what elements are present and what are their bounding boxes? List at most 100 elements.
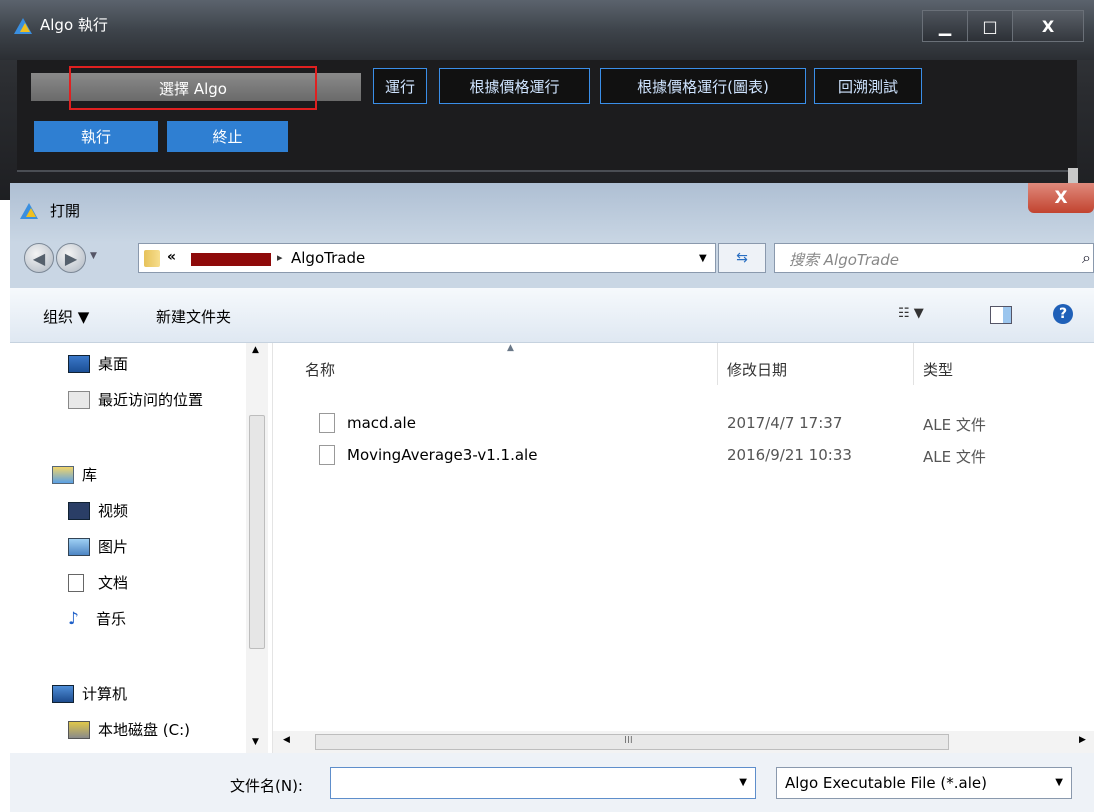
search-icon[interactable]: ⌕ [1082, 248, 1091, 268]
nav-label: 视频 [98, 502, 129, 520]
nav-label: 音乐 [96, 610, 127, 628]
filename-label: 文件名(N): [230, 777, 303, 795]
scroll-down-arrow-icon[interactable]: ▼ [252, 737, 259, 747]
path-separator-icon: ▸ [277, 251, 283, 264]
toolbar: 组织 ▼ 新建文件夹 ☷ ▼ ? [10, 288, 1094, 343]
nav-label: 库 [82, 466, 98, 484]
address-dropdown-icon[interactable]: ▼ [699, 253, 707, 264]
file-row[interactable]: macd.ale 2017/4/7 17:37 ALE 文件 [305, 411, 1085, 437]
new-folder-button[interactable]: 新建文件夹 [156, 306, 231, 327]
file-row[interactable]: MovingAverage3-v1.1.ale 2016/9/21 10:33 … [305, 443, 1085, 469]
scroll-up-arrow-icon[interactable]: ▲ [252, 345, 259, 355]
file-type: ALE 文件 [923, 416, 986, 434]
file-modified: 2017/4/7 17:37 [727, 414, 843, 432]
column-header-modified[interactable]: 修改日期 [727, 359, 787, 380]
select-algo-button[interactable]: 選擇 Algo [69, 66, 317, 110]
run-by-price-button[interactable]: 根據價格運行 [439, 68, 590, 104]
nav-item-documents[interactable]: 文档 [68, 572, 128, 593]
column-divider[interactable] [913, 343, 914, 385]
folder-icon [144, 250, 160, 267]
divider [17, 170, 1077, 172]
forward-button[interactable]: ▶ [56, 243, 86, 273]
nav-label: 图片 [98, 538, 129, 556]
nav-item-computer[interactable]: 计算机 [52, 683, 127, 704]
sort-ascending-icon: ▲ [507, 343, 514, 353]
nav-scroll-thumb[interactable] [249, 415, 265, 649]
recent-places-icon [68, 390, 90, 409]
path-current-folder[interactable]: AlgoTrade [291, 249, 365, 267]
horizontal-scroll-thumb[interactable]: III [315, 734, 949, 750]
nav-label: 最近访问的位置 [98, 391, 204, 409]
picture-icon [68, 537, 90, 556]
help-icon[interactable]: ? [1053, 304, 1073, 324]
redacted-path-segment [191, 253, 271, 266]
nav-label: 计算机 [82, 685, 128, 703]
back-button[interactable]: ◀ [24, 243, 54, 273]
nav-item-desktop[interactable]: 桌面 [68, 353, 128, 374]
path-overflow[interactable]: « [167, 249, 176, 265]
grip-icon: III [624, 735, 633, 746]
execute-button[interactable]: 執行 [34, 121, 158, 152]
navigation-pane: 桌面 最近访问的位置 库 视频 图片 文档 ♪ 音乐 计算机 本地磁盘 (C:)… [10, 343, 272, 753]
library-icon [52, 465, 74, 484]
scroll-right-arrow-icon[interactable]: ▶ [1079, 735, 1086, 745]
search-placeholder: 搜索 AlgoTrade [789, 251, 900, 269]
run-by-price-chart-button[interactable]: 根據價格運行(圖表) [600, 68, 806, 104]
address-bar[interactable]: « ▸ AlgoTrade ▼ [138, 243, 716, 273]
file-icon [319, 413, 335, 433]
file-list: 名称 ▲ 修改日期 类型 macd.ale 2017/4/7 17:37 ALE… [273, 343, 1094, 753]
chevron-down-icon[interactable]: ▼ [739, 777, 747, 788]
nav-item-pictures[interactable]: 图片 [68, 536, 128, 557]
disk-icon [68, 720, 90, 739]
scroll-left-arrow-icon[interactable]: ◀ [283, 735, 290, 745]
column-divider[interactable] [717, 343, 718, 385]
preview-pane-icon[interactable] [990, 306, 1012, 324]
organize-menu[interactable]: 组织 ▼ [43, 306, 89, 327]
algo-titlebar: Algo 執行 ▁ □ X [0, 0, 1094, 60]
app-logo-icon [20, 203, 38, 219]
file-name: macd.ale [347, 414, 416, 432]
nav-scrollbar[interactable]: ▲ ▼ [246, 343, 268, 753]
file-icon [319, 445, 335, 465]
history-dropdown-icon[interactable]: ▼ [90, 251, 97, 261]
close-button[interactable]: X [1012, 10, 1084, 42]
view-menu-icon[interactable]: ☷ ▼ [898, 306, 924, 321]
chevron-down-icon[interactable]: ▼ [1055, 777, 1063, 788]
nav-label: 桌面 [98, 355, 129, 373]
scroll-up-arrow-icon[interactable] [1068, 168, 1078, 184]
computer-icon [52, 684, 74, 703]
dialog-title: 打開 [50, 202, 81, 220]
filename-input[interactable]: ▼ [330, 767, 756, 799]
nav-item-music[interactable]: ♪ 音乐 [68, 608, 126, 629]
filetype-value: Algo Executable File (*.ale) [785, 774, 987, 792]
run-button[interactable]: 運行 [373, 68, 427, 104]
file-name: MovingAverage3-v1.1.ale [347, 446, 538, 464]
filetype-select[interactable]: Algo Executable File (*.ale) ▼ [776, 767, 1072, 799]
algo-window: Algo 執行 ▁ □ X 選擇 Algo 運行 根據價格運行 根據價格運行(圖… [0, 0, 1094, 200]
desktop-icon [68, 354, 90, 373]
dialog-close-button[interactable]: X [1028, 183, 1094, 213]
maximize-button[interactable]: □ [967, 10, 1013, 42]
document-icon [68, 573, 84, 592]
nav-item-videos[interactable]: 视频 [68, 500, 128, 521]
backtest-button[interactable]: 回溯測試 [814, 68, 922, 104]
column-header-name[interactable]: 名称 [305, 359, 335, 380]
refresh-button[interactable]: ⇆ [718, 243, 766, 273]
column-header-type[interactable]: 类型 [923, 359, 953, 380]
video-icon [68, 501, 90, 520]
stop-button[interactable]: 終止 [167, 121, 288, 152]
app-logo-icon [14, 18, 32, 34]
minimize-button[interactable]: ▁ [922, 10, 968, 42]
dialog-footer: 文件名(N): ▼ Algo Executable File (*.ale) ▼ [10, 753, 1094, 812]
nav-item-local-disk[interactable]: 本地磁盘 (C:) [68, 719, 190, 740]
horizontal-scrollbar[interactable]: ◀ III ▶ [273, 731, 1094, 753]
nav-item-libraries[interactable]: 库 [52, 464, 97, 485]
nav-item-recent[interactable]: 最近访问的位置 [68, 389, 203, 410]
algo-window-title: Algo 執行 [40, 16, 108, 34]
nav-label: 文档 [98, 574, 129, 592]
file-type: ALE 文件 [923, 448, 986, 466]
search-input[interactable]: 搜索 AlgoTrade ⌕ [774, 243, 1094, 273]
open-file-dialog: 打開 X ◀ ▶ ▼ « ▸ AlgoTrade ▼ ⇆ 搜索 AlgoTrad… [10, 183, 1094, 812]
music-icon: ♪ [68, 608, 79, 629]
nav-label: 本地磁盘 (C:) [98, 721, 190, 739]
